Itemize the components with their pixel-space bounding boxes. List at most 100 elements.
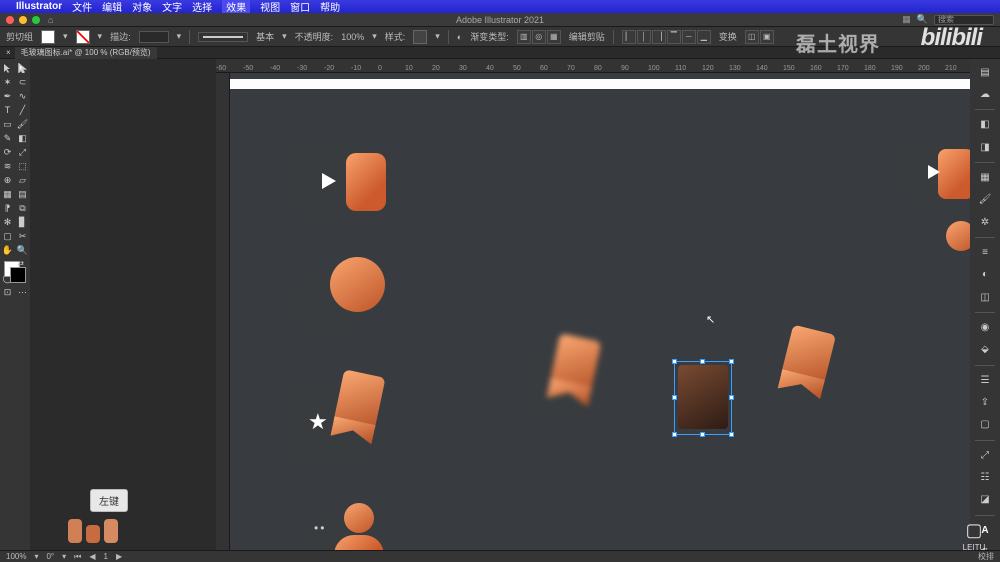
minimize-window-button[interactable] bbox=[19, 16, 27, 24]
tool-scale[interactable]: ⤢ bbox=[15, 145, 30, 159]
clip-button[interactable]: ▣ bbox=[760, 30, 774, 44]
screen-mode[interactable]: ⊡ bbox=[0, 285, 15, 299]
fill-dropdown-icon[interactable]: ▾ bbox=[63, 31, 68, 42]
stroke-profile[interactable] bbox=[198, 32, 248, 42]
stroke-dropdown-icon[interactable]: ▾ bbox=[98, 31, 103, 42]
background-color-swatch[interactable] bbox=[10, 267, 26, 283]
app-name[interactable]: Illustrator bbox=[16, 1, 62, 12]
panel-transform-icon[interactable]: ⤢ bbox=[975, 447, 995, 465]
document-tab[interactable]: 毛玻璃图标.ai* @ 100 % (RGB/预览) bbox=[15, 47, 157, 59]
tool-artboard[interactable]: ▢ bbox=[0, 229, 15, 243]
fill-swatch[interactable] bbox=[41, 30, 55, 44]
transform-label[interactable]: 变换 bbox=[719, 30, 737, 43]
panel-color-guide-icon[interactable]: ◨ bbox=[975, 138, 995, 156]
panel-transparency-icon[interactable]: ◫ bbox=[975, 288, 995, 306]
tool-gradient[interactable]: ▤ bbox=[15, 187, 30, 201]
tool-rotate[interactable]: ⟳ bbox=[0, 145, 15, 159]
isolate-button[interactable]: ◫ bbox=[745, 30, 759, 44]
panel-align-icon[interactable]: ☷ bbox=[975, 469, 995, 487]
panel-appearance-icon[interactable]: ◉ bbox=[975, 319, 995, 337]
tool-slice[interactable]: ✂ bbox=[15, 229, 30, 243]
tool-free-transform[interactable]: ⬚ bbox=[15, 159, 30, 173]
menu-effect[interactable]: 效果 bbox=[222, 0, 250, 14]
tool-zoom[interactable]: 🔍 bbox=[15, 243, 30, 257]
style-dropdown-icon[interactable]: ▾ bbox=[435, 31, 440, 42]
horizontal-ruler[interactable]: -60-50-40-30-20-100102030405060708090100… bbox=[216, 59, 970, 73]
panel-libraries-icon[interactable]: ☁ bbox=[975, 85, 995, 103]
edit-toolbar[interactable]: ⋯ bbox=[15, 285, 30, 299]
panel-pathfinder-icon[interactable]: ◪ bbox=[975, 491, 995, 509]
freeform-gradient-button[interactable]: ▦ bbox=[547, 30, 561, 44]
zoom-dropdown-icon[interactable]: ▾ bbox=[34, 552, 38, 561]
tool-magic-wand[interactable]: ✶ bbox=[0, 75, 15, 89]
recolor-icon[interactable]: ◐ bbox=[457, 32, 462, 42]
panel-artboards-icon[interactable]: ▢ bbox=[975, 416, 995, 434]
tool-mesh[interactable]: ▦ bbox=[0, 187, 15, 201]
align-bottom-button[interactable]: ▁ bbox=[697, 30, 711, 44]
menu-window[interactable]: 窗口 bbox=[290, 0, 310, 14]
tool-direct-selection[interactable] bbox=[15, 61, 30, 75]
color-picker[interactable]: ⇄ bbox=[0, 257, 30, 287]
opacity-value[interactable]: 100% bbox=[341, 32, 364, 42]
artboard-number[interactable]: 1 bbox=[104, 552, 108, 561]
panel-brushes-icon[interactable]: 🖌 bbox=[975, 191, 995, 209]
stroke-style-dropdown-icon[interactable]: ▾ bbox=[282, 31, 287, 42]
tool-graph[interactable]: ▊ bbox=[15, 215, 30, 229]
tool-shape-builder[interactable]: ⊕ bbox=[0, 173, 15, 187]
tool-perspective[interactable]: ▱ bbox=[15, 173, 30, 187]
vertical-ruler[interactable] bbox=[216, 73, 230, 562]
panel-layers-icon[interactable]: ☰ bbox=[975, 372, 995, 390]
menu-file[interactable]: 文件 bbox=[72, 0, 92, 14]
tool-paintbrush[interactable]: 🖌 bbox=[15, 117, 30, 131]
menu-view[interactable]: 视图 bbox=[260, 0, 280, 14]
menu-type[interactable]: 文字 bbox=[162, 0, 182, 14]
tool-eraser[interactable]: ◧ bbox=[15, 131, 30, 145]
linear-gradient-button[interactable]: ▥ bbox=[517, 30, 531, 44]
tool-width[interactable]: ≋ bbox=[0, 159, 15, 173]
align-vcenter-button[interactable]: ─ bbox=[682, 30, 696, 44]
panel-symbols-icon[interactable]: ✲ bbox=[975, 213, 995, 231]
radial-gradient-button[interactable]: ◎ bbox=[532, 30, 546, 44]
tool-blend[interactable]: ⧉ bbox=[15, 201, 30, 215]
tool-type[interactable]: T bbox=[0, 103, 15, 117]
tab-close-icon[interactable]: × bbox=[6, 48, 11, 57]
artboard-nav-next-icon[interactable]: ▶ bbox=[116, 552, 122, 561]
menu-object[interactable]: 对象 bbox=[132, 0, 152, 14]
edit-clip-label[interactable]: 编辑剪贴 bbox=[569, 30, 605, 43]
rotate-dropdown-icon[interactable]: ▾ bbox=[62, 552, 66, 561]
menu-edit[interactable]: 编辑 bbox=[102, 0, 122, 14]
align-right-button[interactable]: ▕ bbox=[652, 30, 666, 44]
panel-gradient-icon[interactable]: ◐ bbox=[975, 266, 995, 284]
panel-asset-export-icon[interactable]: ⇪ bbox=[975, 394, 995, 412]
panel-properties-icon[interactable]: ▤ bbox=[975, 63, 995, 81]
rotate-value[interactable]: 0° bbox=[46, 552, 54, 561]
tool-selection[interactable] bbox=[0, 61, 15, 75]
align-top-button[interactable]: ▔ bbox=[667, 30, 681, 44]
tool-lasso[interactable]: ⊂ bbox=[15, 75, 30, 89]
stroke-stepper-icon[interactable]: ▾ bbox=[177, 31, 182, 42]
canvas[interactable]: ★ •• ↖ bbox=[230, 73, 970, 562]
graphic-style-swatch[interactable] bbox=[413, 30, 427, 44]
panel-stroke-icon[interactable]: ≡ bbox=[975, 244, 995, 262]
align-hcenter-button[interactable]: │ bbox=[637, 30, 651, 44]
opacity-dropdown-icon[interactable]: ▾ bbox=[372, 31, 377, 42]
home-icon[interactable]: ⌂ bbox=[48, 15, 53, 25]
align-left-button[interactable]: ▏ bbox=[622, 30, 636, 44]
menu-select[interactable]: 选择 bbox=[192, 0, 212, 14]
tool-rectangle[interactable]: ▭ bbox=[0, 117, 15, 131]
artboard-nav-prev-icon[interactable]: ◀ bbox=[89, 552, 95, 561]
panel-swatches-icon[interactable]: ▦ bbox=[975, 169, 995, 187]
tool-pen[interactable]: ✒ bbox=[0, 89, 15, 103]
tool-pencil[interactable]: ✎ bbox=[0, 131, 15, 145]
arrange-docs-icon[interactable]: ▦ bbox=[902, 14, 911, 25]
selection-box[interactable] bbox=[674, 361, 732, 435]
panel-graphic-styles-icon[interactable]: ⬙ bbox=[975, 341, 995, 359]
tool-hand[interactable]: ✋ bbox=[0, 243, 15, 257]
tool-symbol-sprayer[interactable]: ✻ bbox=[0, 215, 15, 229]
artboard-nav-first-icon[interactable]: ⏮ bbox=[74, 552, 81, 562]
tool-line[interactable]: ╱ bbox=[15, 103, 30, 117]
swap-colors-icon[interactable]: ⇄ bbox=[17, 259, 24, 268]
panel-color-icon[interactable]: ◧ bbox=[975, 116, 995, 134]
close-window-button[interactable] bbox=[6, 16, 14, 24]
menu-help[interactable]: 帮助 bbox=[320, 0, 340, 14]
